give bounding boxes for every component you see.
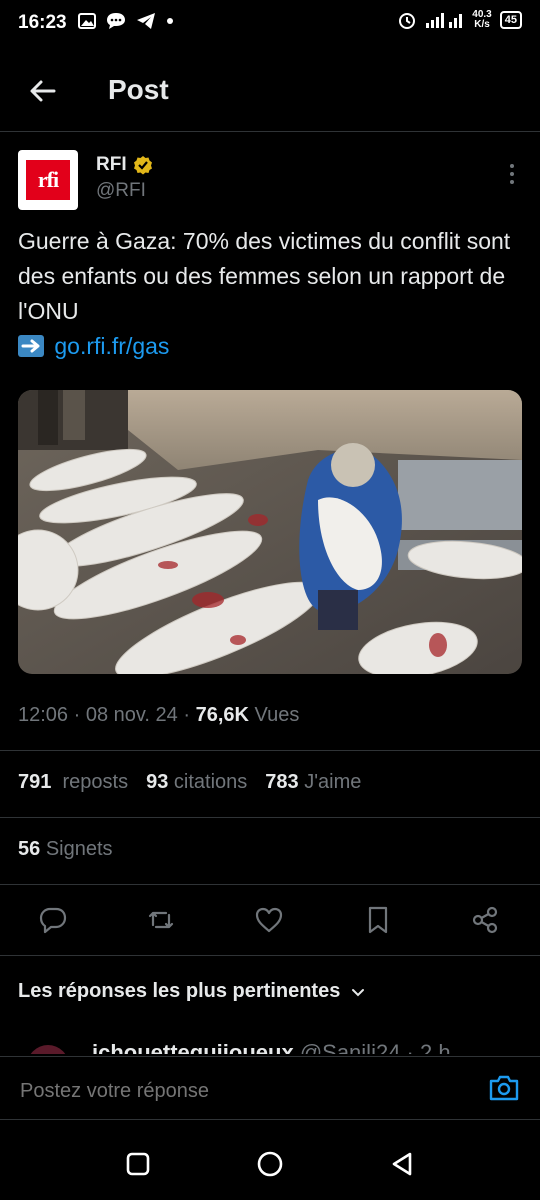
arrow-emoji-icon bbox=[18, 335, 44, 357]
top-bar: Post bbox=[0, 60, 540, 124]
dot-icon bbox=[167, 18, 173, 24]
signal-icon bbox=[426, 13, 463, 28]
tweet-date: 08 nov. 24 bbox=[85, 704, 178, 726]
share-icon[interactable] bbox=[470, 905, 500, 935]
engagement-stats: 791 reposts 93 citations 783 J'aime bbox=[18, 771, 361, 794]
replies-heading: Les réponses les plus pertinentes bbox=[18, 980, 341, 1002]
system-nav-bar bbox=[0, 1124, 540, 1200]
avatar[interactable]: rfi bbox=[18, 150, 78, 210]
action-bar bbox=[0, 900, 540, 940]
network-speed: 40.3 K/s bbox=[472, 9, 492, 30]
tweet-link[interactable]: go.rfi.fr/gas bbox=[54, 333, 169, 359]
reply-input[interactable] bbox=[18, 1079, 462, 1104]
reposts-stat[interactable]: 791 reposts bbox=[18, 771, 128, 794]
view-count: 76,6K bbox=[195, 704, 249, 726]
back-arrow-icon[interactable] bbox=[28, 76, 58, 106]
rfi-logo: rfi bbox=[26, 160, 70, 200]
likes-stat[interactable]: 783 J'aime bbox=[265, 771, 361, 794]
tweet-time: 12:06 bbox=[18, 704, 69, 726]
views-label: Vues bbox=[254, 704, 300, 726]
telegram-icon bbox=[137, 13, 155, 29]
chevron-down-icon bbox=[352, 988, 365, 996]
battery-indicator: 45 bbox=[499, 11, 522, 29]
tweet-body: Guerre à Gaza: 70% des victimes du confl… bbox=[18, 224, 518, 364]
reply-composer bbox=[0, 1056, 540, 1121]
tweet-text: Guerre à Gaza: 70% des victimes du confl… bbox=[18, 228, 511, 324]
author-handle[interactable]: @RFI bbox=[96, 180, 146, 202]
page-title: Post bbox=[108, 74, 169, 105]
avatar bbox=[30, 1045, 66, 1054]
reply-preview[interactable]: ichouettequijoueux @Sanili24 · 2 h bbox=[18, 1040, 522, 1054]
repost-icon[interactable] bbox=[146, 905, 176, 935]
bookmarks-stat[interactable]: 56 Signets bbox=[18, 838, 113, 861]
alarm-icon bbox=[399, 13, 416, 29]
author-name-row[interactable]: RFI bbox=[96, 154, 153, 176]
camera-icon[interactable] bbox=[488, 1073, 520, 1103]
replies-sort-selector[interactable]: Les réponses les plus pertinentes bbox=[18, 980, 366, 1003]
back-triangle-icon[interactable] bbox=[388, 1150, 416, 1178]
quotes-stat[interactable]: 93 citations bbox=[146, 771, 247, 794]
author-name: RFI bbox=[96, 154, 127, 175]
tweet-meta: 12:06 · 08 nov. 24 · 76,6K Vues bbox=[18, 704, 300, 726]
home-circle-icon[interactable] bbox=[256, 1150, 284, 1178]
status-bar: 16:23 40.3 K/s 45 bbox=[0, 0, 540, 48]
like-icon[interactable] bbox=[254, 905, 284, 935]
bookmark-icon[interactable] bbox=[363, 905, 393, 935]
divider bbox=[0, 131, 540, 132]
reply-icon[interactable] bbox=[38, 905, 68, 935]
chat-icon bbox=[107, 13, 125, 29]
tweet-image[interactable] bbox=[18, 390, 522, 674]
more-options-icon[interactable] bbox=[506, 162, 518, 186]
recents-square-icon[interactable] bbox=[124, 1150, 152, 1178]
status-time: 16:23 bbox=[18, 12, 67, 33]
verified-badge-icon bbox=[133, 156, 152, 175]
gallery-icon bbox=[78, 13, 96, 29]
